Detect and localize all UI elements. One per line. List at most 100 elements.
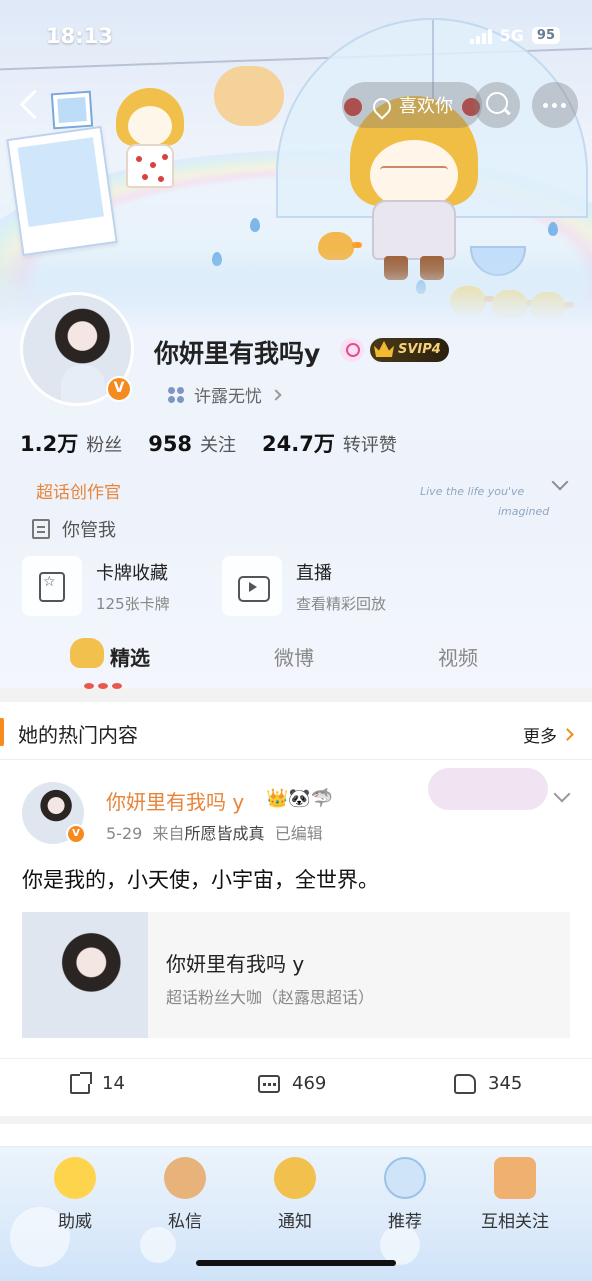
toolbar-label: 通知 [278, 1212, 312, 1232]
tab-weibo[interactable]: 微博 [274, 642, 314, 671]
more-icon[interactable] [532, 82, 578, 128]
signal-icon [469, 28, 492, 44]
verified-badge-icon: V [66, 824, 86, 844]
profile-info: V 你妍里有我吗y SVIP4 许露无忧 1.2万 粉丝 958 关注 24.7… [0, 270, 592, 689]
mutual-follow-button[interactable]: 互相关注 [470, 1157, 560, 1232]
profile-stats: 1.2万 粉丝 958 关注 24.7万 转评赞 [20, 428, 397, 458]
comment-button[interactable]: 469 [258, 1073, 326, 1094]
section-title: 她的热门内容 [18, 723, 138, 747]
repost-count: 14 [102, 1073, 125, 1094]
decorative-caption-line: imagined [498, 505, 550, 518]
girl-notify-icon [274, 1157, 316, 1199]
like-you-label: 喜欢你 [399, 96, 453, 117]
stat-value: 958 [148, 432, 193, 456]
accent-bar [0, 718, 4, 746]
toolbar-label: 助威 [58, 1212, 92, 1232]
female-icon [340, 338, 364, 362]
post-author[interactable]: 你妍里有我吗 y [106, 786, 244, 815]
status-time: 18:13 [46, 24, 113, 48]
card-collection-shortcut[interactable]: 卡牌收藏 125张卡牌 [22, 556, 170, 616]
dog-follow-icon [494, 1157, 536, 1199]
shortcut-subtitle: 查看精彩回放 [296, 594, 387, 613]
thumbs-up-icon [454, 1073, 476, 1094]
cartoon-girl-left-illustration [112, 88, 188, 188]
stat-interactions[interactable]: 24.7万 转评赞 [262, 428, 397, 458]
toolbar-label: 互相关注 [481, 1212, 549, 1232]
post-badges: 👑🐼🦈 [266, 788, 334, 809]
cloud-sticker-decoration [428, 768, 548, 810]
profile-tabs: 精选 微博 视频 [0, 634, 592, 689]
back-icon[interactable] [14, 88, 46, 124]
stat-label: 转评赞 [342, 435, 397, 456]
recommend-button[interactable]: 推荐 [360, 1157, 450, 1232]
post-text[interactable]: 你是我的，小天使，小宇宙，全世界。 [22, 864, 379, 894]
next-post-preview [0, 1116, 592, 1150]
supertopic-link[interactable]: 许露无忧 [166, 382, 282, 407]
raindrop-decoration [250, 218, 260, 232]
supertopic-label: 许露无忧 [194, 387, 262, 407]
stat-label: 关注 [200, 435, 237, 456]
like-count: 345 [488, 1073, 523, 1094]
card-collection-icon [22, 556, 82, 616]
network-type: 5G [499, 26, 524, 45]
repost-icon [70, 1071, 92, 1094]
more-link[interactable]: 更多 [523, 722, 574, 747]
bear-message-icon [164, 1157, 206, 1199]
stat-label: 粉丝 [86, 435, 123, 456]
live-tv-icon [222, 556, 282, 616]
message-button[interactable]: 私信 [140, 1157, 230, 1232]
shortcut-title: 直播 [296, 562, 332, 584]
comment-count: 469 [292, 1073, 327, 1094]
polaroid-decoration [6, 125, 118, 257]
shared-card-title: 你妍里有我吗 y [166, 952, 305, 976]
shortcut-title: 卡牌收藏 [96, 562, 168, 584]
shortcut-subtitle: 125张卡牌 [96, 594, 170, 613]
tab-video[interactable]: 视频 [438, 642, 478, 671]
chevron-right-icon [270, 388, 282, 401]
tab-featured[interactable]: 精选 [110, 642, 150, 671]
comment-icon [258, 1074, 280, 1093]
document-icon [32, 519, 50, 539]
duck-cheer-icon [54, 1157, 96, 1199]
search-icon[interactable] [474, 82, 520, 128]
photo-frame-decoration [50, 90, 94, 130]
section-header: 她的热门内容 更多 [0, 702, 592, 760]
stat-followers[interactable]: 1.2万 粉丝 [20, 428, 122, 458]
svip-label: SVIP4 [398, 342, 441, 357]
shared-card-subtitle: 超话粉丝大咖（赵露思超话） [166, 988, 375, 1007]
like-button[interactable]: 345 [454, 1073, 522, 1094]
bio-text: 你管我 [62, 520, 116, 541]
repost-button[interactable]: 14 [70, 1071, 125, 1094]
notify-button[interactable]: 通知 [250, 1157, 340, 1232]
chevron-down-icon[interactable] [551, 473, 569, 491]
home-indicator[interactable] [196, 1260, 396, 1266]
fish-decoration-icon [84, 674, 140, 689]
post-meta: 5-29 来自所愿皆成真 已编辑 [106, 820, 323, 844]
hot-content-section: 她的热门内容 更多 V 你妍里有我吗 y 👑🐼🦈 5-29 来自所愿皆成真 已编… [0, 702, 592, 1150]
toolbar-label: 推荐 [388, 1212, 422, 1232]
verified-badge-icon: V [106, 376, 132, 402]
toolbar-label: 私信 [168, 1212, 202, 1232]
bubble-decoration [140, 1227, 176, 1263]
svip-badge[interactable]: SVIP4 [370, 338, 449, 362]
like-you-button[interactable]: 喜欢你 [342, 82, 482, 128]
cartoon-dog-illustration [214, 66, 284, 126]
creator-badge[interactable]: 超话创作官 [36, 478, 121, 503]
more-label: 更多 [523, 727, 557, 747]
fishbowl-recommend-icon [384, 1157, 426, 1199]
balloon-heart-icon [371, 94, 393, 116]
post-source[interactable]: 所愿皆成真 [185, 824, 265, 843]
shared-card-thumbnail [22, 912, 148, 1038]
clover-icon [166, 385, 186, 405]
chevron-down-icon[interactable] [553, 785, 571, 803]
cheer-button[interactable]: 助威 [30, 1157, 120, 1232]
shared-card[interactable]: 你妍里有我吗 y 超话粉丝大咖（赵露思超话） [22, 912, 570, 1038]
username: 你妍里有我吗y [154, 339, 321, 368]
stat-value: 1.2万 [20, 432, 79, 456]
stat-value: 24.7万 [262, 432, 335, 456]
decorative-caption: Live the life you've imagined [420, 482, 549, 522]
post-source-prefix: 来自 [152, 824, 185, 843]
stat-following[interactable]: 958 关注 [148, 431, 236, 457]
status-indicators: 5G 95 [469, 26, 560, 45]
live-shortcut[interactable]: 直播 查看精彩回放 [222, 556, 386, 616]
